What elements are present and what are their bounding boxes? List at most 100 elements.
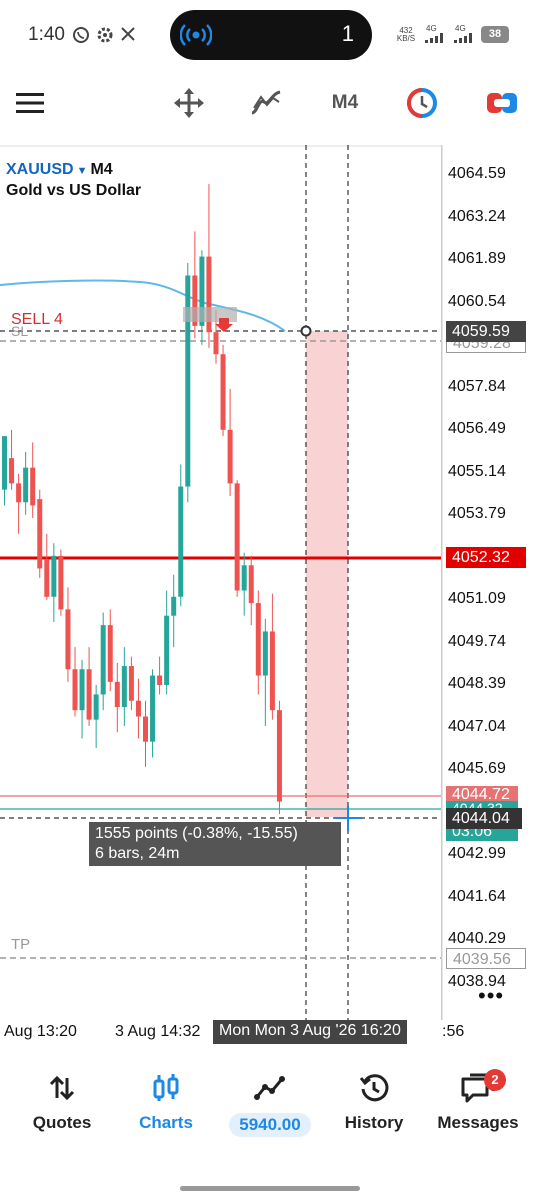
price-tick: 4048.39: [448, 675, 506, 693]
candle-body: [227, 429, 233, 484]
candle-body: [51, 555, 57, 597]
network-label-1: 4G: [426, 24, 437, 33]
signal-icon-1: [425, 33, 443, 43]
candle-body: [114, 681, 120, 708]
indicators-button[interactable]: [246, 85, 286, 121]
one-click-trading-button[interactable]: [402, 85, 442, 121]
time-label-2: 3 Aug 14:32: [115, 1023, 201, 1040]
network-label-2: 4G: [455, 24, 466, 33]
price-tick: 4064.59: [448, 165, 506, 182]
nav-charts-label: Charts: [139, 1113, 193, 1132]
candle-body: [213, 332, 219, 355]
quotes-icon: [49, 1075, 75, 1101]
candle-body: [23, 467, 29, 503]
trade-icon: [487, 93, 517, 113]
nav-messages-label: Messages: [437, 1113, 519, 1132]
symbol-name: XAUUSD: [6, 161, 74, 178]
x-icon: [121, 27, 135, 41]
candle-body: [65, 609, 71, 670]
candle-body: [171, 596, 177, 616]
candle-body: [248, 565, 254, 604]
status-bar: 1:40 1 432 KB/S 4G 4G 38: [0, 0, 540, 70]
price-tick: 4061.89: [448, 250, 506, 268]
whatsapp-icon: [73, 27, 89, 43]
candle-body: [269, 631, 275, 711]
candle-body: [128, 666, 134, 701]
more-options-icon[interactable]: •••: [478, 983, 504, 1009]
nav-history[interactable]: History: [320, 1063, 428, 1133]
time-axis[interactable]: Aug 13:20 3 Aug 14:32 :56 Mon Mon 3 Aug …: [0, 1020, 540, 1048]
candle-body: [16, 483, 22, 503]
price-tick: 4040.29: [448, 930, 506, 948]
candle-body: [37, 499, 43, 569]
nav-trade[interactable]: 5940.00: [216, 1063, 324, 1137]
candle-body: [9, 458, 15, 484]
price-tick: 4063.24: [448, 207, 506, 225]
candle-body: [178, 486, 184, 597]
price-tick: 4060.54: [448, 292, 506, 310]
candle-body: [30, 467, 36, 506]
nav-quotes-label: Quotes: [32, 1113, 92, 1132]
measurement-points: 1555 points (-0.38%, -15.55): [95, 825, 298, 842]
crosshair-anchor[interactable]: [300, 325, 312, 337]
candle-body: [93, 694, 99, 720]
bottom-navigation: Quotes Charts 5940.00 History Messages 2: [0, 1063, 540, 1153]
price-tick: 4051.09: [448, 590, 506, 608]
chart-toolbar: M4: [0, 75, 540, 130]
price-chart[interactable]: XAUUSD ▼ M4 Gold vs US Dollar SL SELL 4 TP…: [0, 145, 540, 1020]
candle-body: [86, 669, 92, 720]
nav-quotes[interactable]: Quotes: [8, 1063, 116, 1133]
price-tick: 4055.14: [448, 462, 506, 480]
charts-icon: [153, 1074, 179, 1101]
ongoing-call-pill[interactable]: 1: [170, 10, 372, 60]
net-speed: 432 KB/S: [396, 26, 416, 43]
price-tag-sell: 4052.32: [446, 547, 526, 568]
candle-body: [79, 669, 85, 711]
price-tick: 4057.84: [448, 377, 506, 395]
price-axis-separator: [441, 145, 443, 1020]
candle-body: [164, 615, 170, 685]
candle-body: [150, 675, 156, 742]
sell-order-label[interactable]: SELL 4: [11, 311, 63, 329]
price-tag-crosshair: 4059.59: [446, 321, 526, 342]
candle-body: [241, 565, 247, 591]
timeframe-button[interactable]: M4: [322, 85, 368, 121]
price-tick: 4053.79: [448, 505, 506, 523]
new-order-button[interactable]: [482, 85, 522, 121]
clock-trade-icon: [407, 88, 437, 118]
battery-indicator: 38: [481, 26, 509, 43]
hamburger-icon: [16, 93, 44, 113]
nav-charts[interactable]: Charts: [112, 1063, 220, 1133]
price-tick: 4041.64: [448, 887, 506, 905]
nav-messages[interactable]: Messages 2: [424, 1063, 532, 1133]
broadcast-icon: [180, 24, 212, 46]
move-icon: [174, 88, 204, 118]
candles: [2, 184, 282, 815]
candle-body: [58, 555, 64, 610]
menu-button[interactable]: [12, 85, 48, 121]
settings-icon: [97, 27, 113, 43]
price-tick: 4045.69: [448, 760, 506, 778]
candle-body: [234, 483, 240, 591]
crosshair-button[interactable]: [170, 85, 208, 121]
price-tick: 4049.74: [448, 632, 506, 650]
messages-badge: 2: [484, 1069, 506, 1091]
chevron-down-icon: ▼: [76, 165, 88, 177]
trade-line-icon: [254, 1076, 285, 1100]
account-balance: 5940.00: [229, 1113, 311, 1137]
measurement-tooltip: 1555 points (-0.38%, -15.55) 6 bars, 24m: [89, 822, 341, 866]
candle-body: [220, 354, 226, 430]
candle-body: [276, 710, 282, 802]
candle-body: [107, 625, 113, 682]
nav-history-label: History: [344, 1113, 404, 1132]
price-tick: 4056.49: [448, 420, 506, 438]
candle-body: [262, 631, 268, 676]
symbol-header[interactable]: XAUUSD ▼ M4: [6, 161, 113, 179]
take-profit-label: TP: [11, 936, 31, 953]
timeframe-label: M4: [331, 92, 359, 113]
candle-body: [100, 625, 106, 695]
candle-body: [255, 603, 261, 676]
signal-icon-2: [454, 33, 472, 43]
candle-body: [121, 666, 127, 708]
time-label-1: Aug 13:20: [4, 1023, 77, 1040]
